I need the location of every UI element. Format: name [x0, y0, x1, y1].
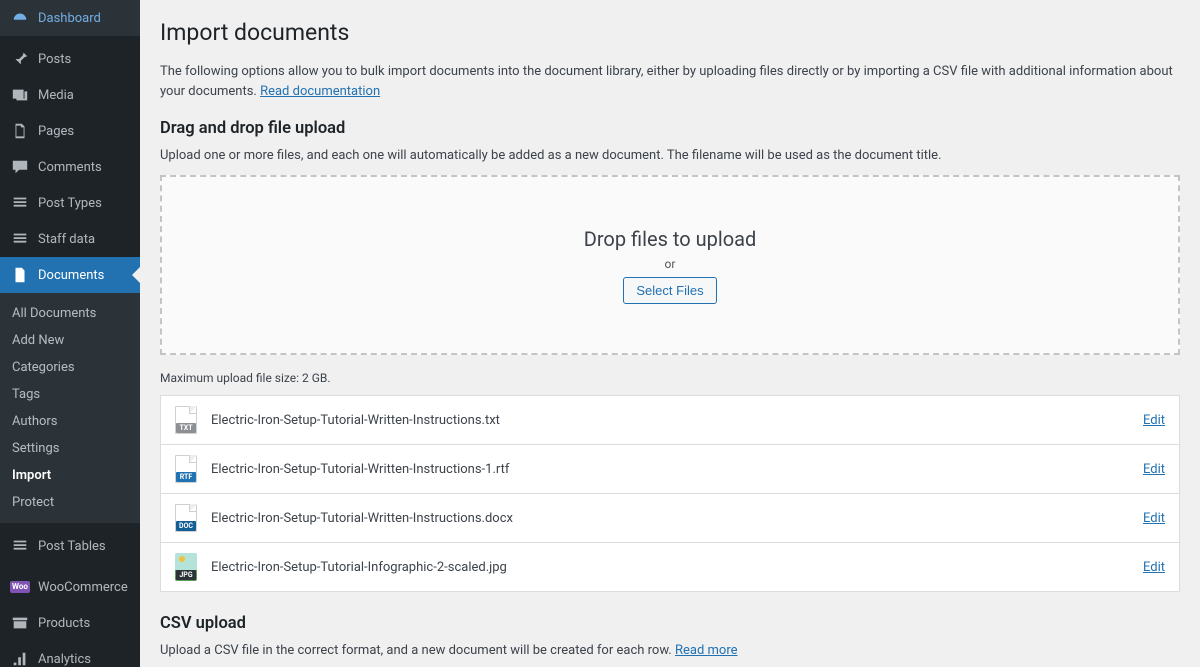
document-icon — [10, 265, 30, 285]
dashboard-icon — [10, 8, 30, 28]
max-upload-text: Maximum upload file size: 2 GB. — [160, 371, 1180, 385]
edit-link[interactable]: Edit — [1143, 560, 1165, 575]
sidebar-item-label: Media — [38, 88, 74, 103]
select-files-button[interactable]: Select Files — [623, 277, 716, 304]
dropzone-title: Drop files to upload — [584, 227, 757, 251]
file-dropzone[interactable]: Drop files to upload or Select Files — [160, 175, 1180, 355]
edit-link[interactable]: Edit — [1143, 413, 1165, 428]
sidebar-item-label: Products — [38, 616, 90, 631]
csv-heading: CSV upload — [160, 614, 1180, 633]
file-name: Electric-Iron-Setup-Tutorial-Infographic… — [211, 560, 1143, 575]
submenu-item-import[interactable]: Import — [0, 462, 140, 489]
pin-icon — [10, 49, 30, 69]
submenu-item-protect[interactable]: Protect — [0, 489, 140, 516]
page-title: Import documents — [160, 10, 1180, 50]
dropzone-or: or — [665, 257, 676, 271]
sidebar-item-dashboard[interactable]: Dashboard — [0, 0, 140, 36]
sidebar-item-comments[interactable]: Comments — [0, 149, 140, 185]
file-name: Electric-Iron-Setup-Tutorial-Written-Ins… — [211, 511, 1143, 526]
sidebar-item-posts[interactable]: Posts — [0, 41, 140, 77]
file-row: RTF Electric-Iron-Setup-Tutorial-Written-… — [161, 445, 1179, 494]
chart-icon — [10, 649, 30, 667]
file-name: Electric-Iron-Setup-Tutorial-Written-Ins… — [211, 462, 1143, 477]
file-type-icon: TXT — [175, 406, 197, 434]
main-content: Import documents The following options a… — [140, 0, 1200, 667]
pages-icon — [10, 121, 30, 141]
edit-link[interactable]: Edit — [1143, 511, 1165, 526]
sidebar-item-label: Dashboard — [38, 11, 101, 26]
woo-icon: Woo — [10, 577, 30, 597]
file-type-icon: JPG — [175, 553, 197, 581]
list-icon — [10, 229, 30, 249]
sidebar-item-label: Documents — [38, 268, 104, 283]
csv-subtext: Upload a CSV file in the correct format,… — [160, 643, 1180, 658]
file-type-icon: DOC — [175, 504, 197, 532]
file-name: Electric-Iron-Setup-Tutorial-Written-Ins… — [211, 413, 1143, 428]
file-type-icon: RTF — [175, 455, 197, 483]
list-icon — [10, 536, 30, 556]
uploaded-file-list: TXT Electric-Iron-Setup-Tutorial-Written-… — [160, 395, 1180, 592]
submenu-item-add-new[interactable]: Add New — [0, 327, 140, 354]
admin-sidebar: Dashboard Posts Media Pages Comments Post Typ… — [0, 0, 140, 667]
sidebar-item-label: Post Types — [38, 196, 102, 211]
submenu-item-categories[interactable]: Categories — [0, 354, 140, 381]
sidebar-item-woocommerce[interactable]: Woo WooCommerce — [0, 569, 140, 605]
file-row: TXT Electric-Iron-Setup-Tutorial-Written-… — [161, 396, 1179, 445]
media-icon — [10, 85, 30, 105]
sidebar-item-analytics[interactable]: Analytics — [0, 641, 140, 667]
intro-paragraph: The following options allow you to bulk … — [160, 62, 1180, 101]
archive-icon — [10, 613, 30, 633]
dnd-heading: Drag and drop file upload — [160, 119, 1180, 138]
submenu-item-authors[interactable]: Authors — [0, 408, 140, 435]
sidebar-item-post-types[interactable]: Post Types — [0, 185, 140, 221]
dnd-subtext: Upload one or more files, and each one w… — [160, 148, 1180, 163]
sidebar-item-staff-data[interactable]: Staff data — [0, 221, 140, 257]
csv-read-more-link[interactable]: Read more — [675, 643, 738, 658]
sidebar-item-label: Staff data — [38, 232, 95, 247]
comment-icon — [10, 157, 30, 177]
sidebar-item-media[interactable]: Media — [0, 77, 140, 113]
list-icon — [10, 193, 30, 213]
file-row: DOC Electric-Iron-Setup-Tutorial-Written-… — [161, 494, 1179, 543]
sidebar-item-label: Pages — [38, 124, 74, 139]
submenu-item-all-documents[interactable]: All Documents — [0, 300, 140, 327]
sidebar-item-products[interactable]: Products — [0, 605, 140, 641]
sidebar-item-label: WooCommerce — [38, 580, 128, 595]
sidebar-item-documents[interactable]: Documents — [0, 257, 140, 293]
sidebar-item-post-tables[interactable]: Post Tables — [0, 528, 140, 564]
sidebar-item-label: Comments — [38, 160, 102, 175]
sidebar-item-label: Post Tables — [38, 539, 106, 554]
submenu-item-tags[interactable]: Tags — [0, 381, 140, 408]
file-row: JPG Electric-Iron-Setup-Tutorial-Infograp… — [161, 543, 1179, 591]
sidebar-item-label: Posts — [38, 52, 71, 67]
submenu-item-settings[interactable]: Settings — [0, 435, 140, 462]
sidebar-item-label: Analytics — [38, 652, 91, 667]
read-documentation-link[interactable]: Read documentation — [260, 84, 380, 99]
sidebar-submenu: All DocumentsAdd NewCategoriesTagsAuthor… — [0, 293, 140, 523]
sidebar-item-pages[interactable]: Pages — [0, 113, 140, 149]
edit-link[interactable]: Edit — [1143, 462, 1165, 477]
